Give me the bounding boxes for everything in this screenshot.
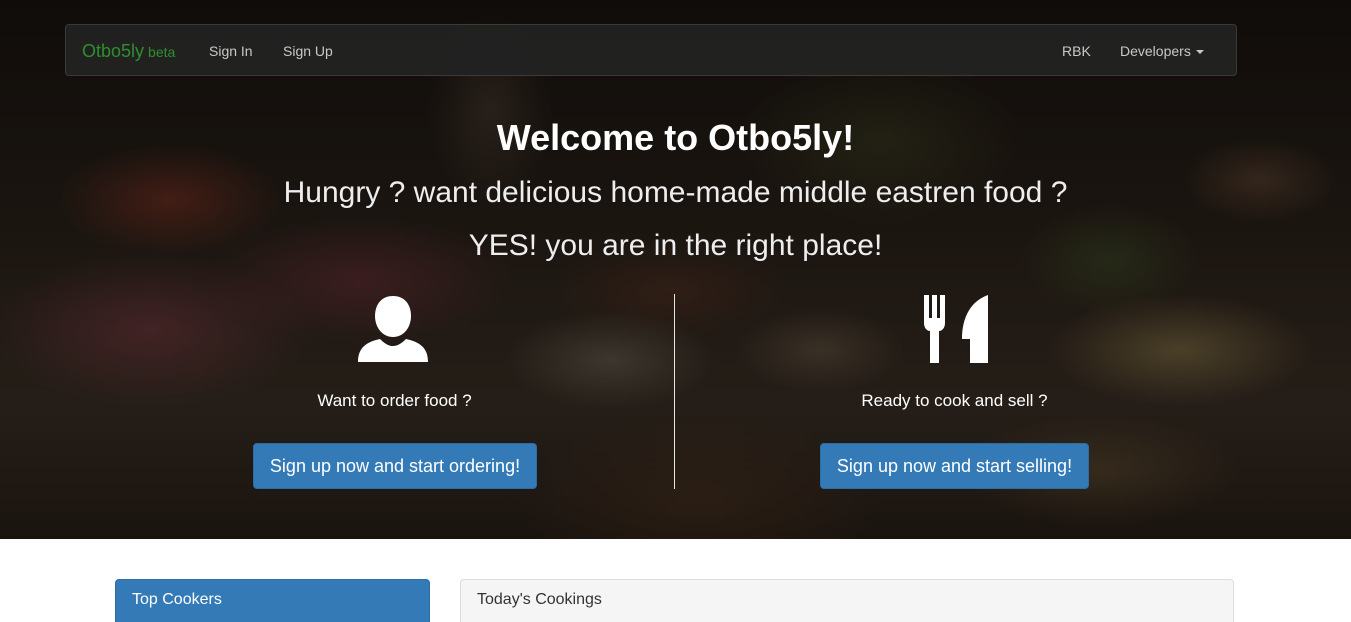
nav-sign-up[interactable]: Sign Up xyxy=(283,43,333,59)
user-icon xyxy=(358,296,428,362)
brand-name: Otbo5ly xyxy=(82,41,145,61)
todays-cookings-heading: Today's Cookings xyxy=(477,591,602,608)
nav-rbk[interactable]: RBK xyxy=(1062,43,1091,59)
hero-content: Welcome to Otbo5ly! Hungry ? want delici… xyxy=(0,0,1351,539)
signup-order-button[interactable]: Sign up now and start ordering! xyxy=(253,443,537,489)
todays-cookings-panel: Today's Cookings xyxy=(460,579,1234,622)
nav-developers-label: Developers xyxy=(1120,43,1191,59)
navbar: Otbo5ly beta Sign In Sign Up RBK Develope… xyxy=(65,24,1237,76)
brand-beta-tag: beta xyxy=(148,44,176,60)
caret-down-icon xyxy=(1195,50,1204,55)
hero-title: Welcome to Otbo5ly! xyxy=(496,117,855,158)
hero-divider xyxy=(674,294,675,489)
sell-prompt: Ready to cook and sell ? xyxy=(861,391,1048,410)
signup-sell-button[interactable]: Sign up now and start selling! xyxy=(820,443,1089,489)
order-prompt: Want to order food ? xyxy=(317,391,472,410)
brand-link[interactable]: Otbo5ly beta xyxy=(82,41,175,62)
nav-developers-dropdown[interactable]: Developers xyxy=(1120,43,1204,59)
top-cookers-heading: Top Cookers xyxy=(132,591,222,608)
top-cookers-panel: Top Cookers xyxy=(115,579,430,622)
hero-tagline: YES! you are in the right place! xyxy=(468,229,883,262)
hero-subtitle: Hungry ? want delicious home-made middle… xyxy=(283,176,1068,209)
fork-knife-icon xyxy=(924,295,988,363)
nav-sign-in[interactable]: Sign In xyxy=(209,43,253,59)
